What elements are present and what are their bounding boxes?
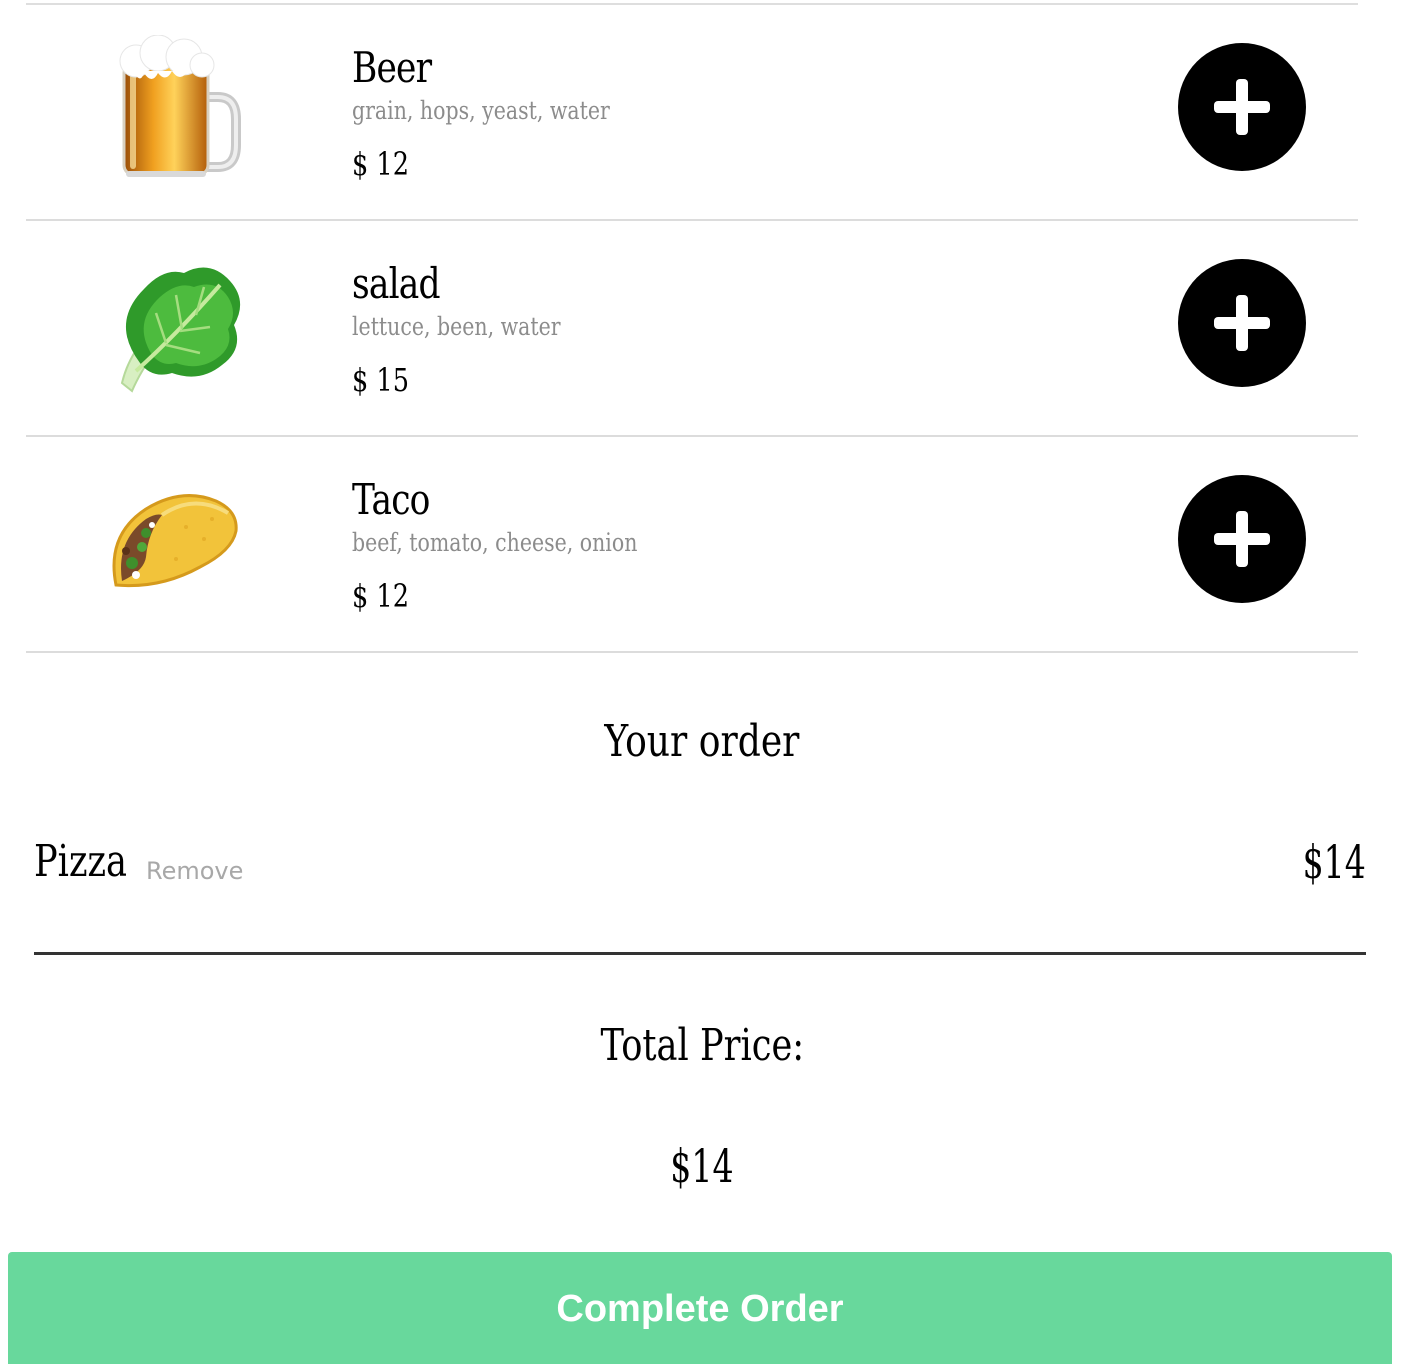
menu-item-ingredients: grain, hops, yeast, water bbox=[352, 96, 610, 125]
beer-mug-icon bbox=[119, 35, 241, 177]
total-price-label-text: Total Price: bbox=[600, 1020, 804, 1071]
add-salad-button[interactable] bbox=[1178, 259, 1306, 387]
menu-item-ingredients: beef, tomato, cheese, onion bbox=[352, 528, 638, 557]
order-title-text: Your order bbox=[604, 716, 800, 767]
order-section-title: Your order bbox=[0, 712, 1404, 772]
menu-item-salad: salad lettuce, been, water $ 15 bbox=[26, 221, 1358, 437]
menu-item-name: salad bbox=[352, 259, 441, 308]
complete-order-button[interactable]: Complete Order bbox=[8, 1252, 1392, 1364]
menu-item-text: Taco beef, tomato, cheese, onion $ 12 bbox=[352, 475, 700, 615]
menu-item-text: Beer grain, hops, yeast, water $ 12 bbox=[352, 43, 666, 183]
menu-item-text: salad lettuce, been, water $ 15 bbox=[352, 259, 606, 399]
add-taco-button[interactable] bbox=[1178, 475, 1306, 603]
leafy-green-icon bbox=[120, 267, 241, 393]
menu-item-name: Taco bbox=[352, 475, 430, 524]
menu-item-name: Beer bbox=[352, 43, 432, 92]
menu-item-taco: Taco beef, tomato, cheese, onion $ 12 bbox=[26, 437, 1358, 653]
total-price-value-text: $14 bbox=[670, 1139, 734, 1193]
taco-icon bbox=[112, 494, 238, 588]
menu-item-price: $ 12 bbox=[352, 577, 409, 615]
order-page: Beer grain, hops, yeast, water $ 12 sala… bbox=[0, 0, 1404, 1364]
total-price-value: $14 bbox=[0, 1134, 1404, 1198]
order-item-name: Pizza bbox=[34, 836, 128, 887]
remove-pizza-button[interactable]: Remove bbox=[146, 854, 243, 888]
order-line-item: Pizza Remove $14 bbox=[34, 830, 1366, 900]
menu-item-beer: Beer grain, hops, yeast, water $ 12 bbox=[26, 5, 1358, 221]
order-divider bbox=[34, 952, 1366, 955]
menu-item-price: $ 15 bbox=[352, 361, 409, 399]
add-beer-button[interactable] bbox=[1178, 43, 1306, 171]
order-item-price: $14 bbox=[1302, 835, 1366, 889]
menu-item-price: $ 12 bbox=[352, 145, 409, 183]
total-price-label: Total Price: bbox=[0, 1016, 1404, 1076]
menu-item-ingredients: lettuce, been, water bbox=[352, 312, 561, 341]
